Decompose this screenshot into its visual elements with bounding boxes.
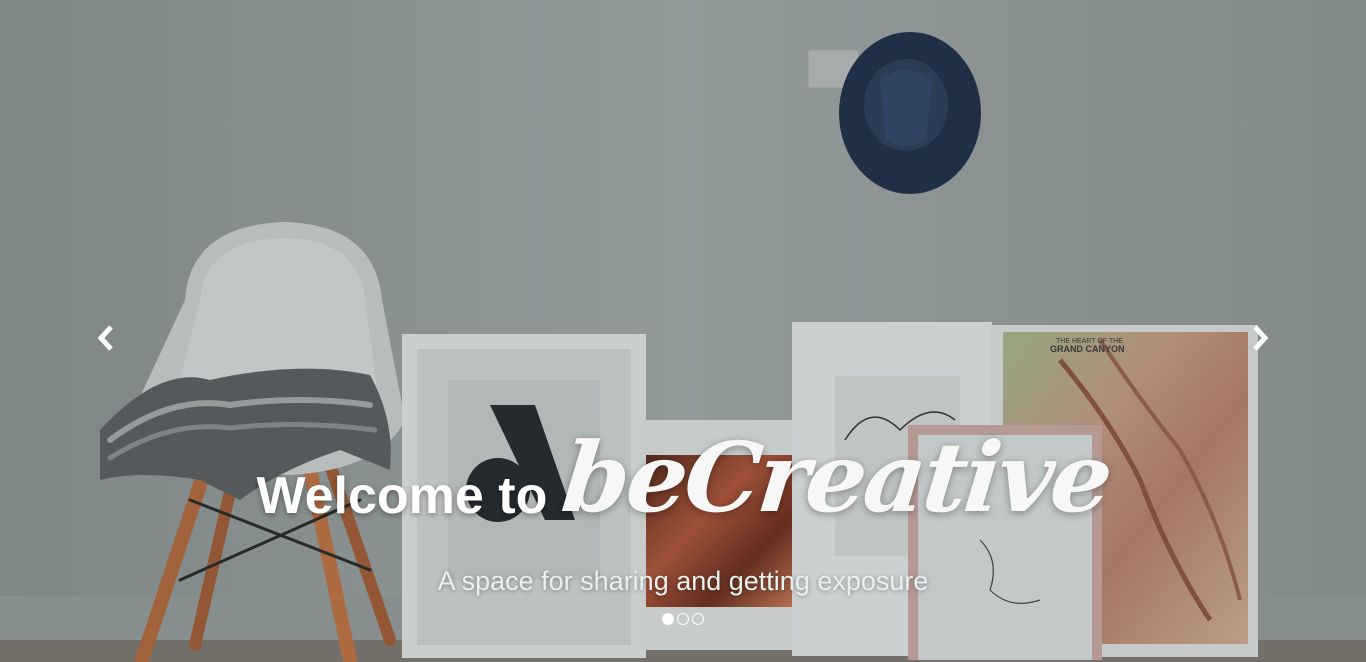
dark-overlay	[0, 0, 1366, 662]
carousel-indicators	[0, 613, 1366, 625]
carousel-dot-1[interactable]	[662, 613, 674, 625]
brand-logo-text: beCreative	[557, 421, 1116, 534]
carousel-dot-2[interactable]	[677, 613, 689, 625]
hero-carousel: THE HEART OF THE GRAND CANYON Welcome to…	[0, 0, 1366, 662]
carousel-next-button[interactable]	[1240, 318, 1280, 358]
hero-subtitle: A space for sharing and getting exposure	[437, 566, 929, 596]
chevron-left-icon	[97, 325, 113, 351]
carousel-dot-3[interactable]	[692, 613, 704, 625]
hero-headline: Welcome to beCreative	[0, 421, 1366, 534]
hero-background-image: THE HEART OF THE GRAND CANYON	[0, 0, 1366, 662]
welcome-text: Welcome to	[256, 467, 548, 525]
chevron-right-icon	[1253, 325, 1269, 351]
carousel-prev-button[interactable]	[86, 318, 126, 358]
